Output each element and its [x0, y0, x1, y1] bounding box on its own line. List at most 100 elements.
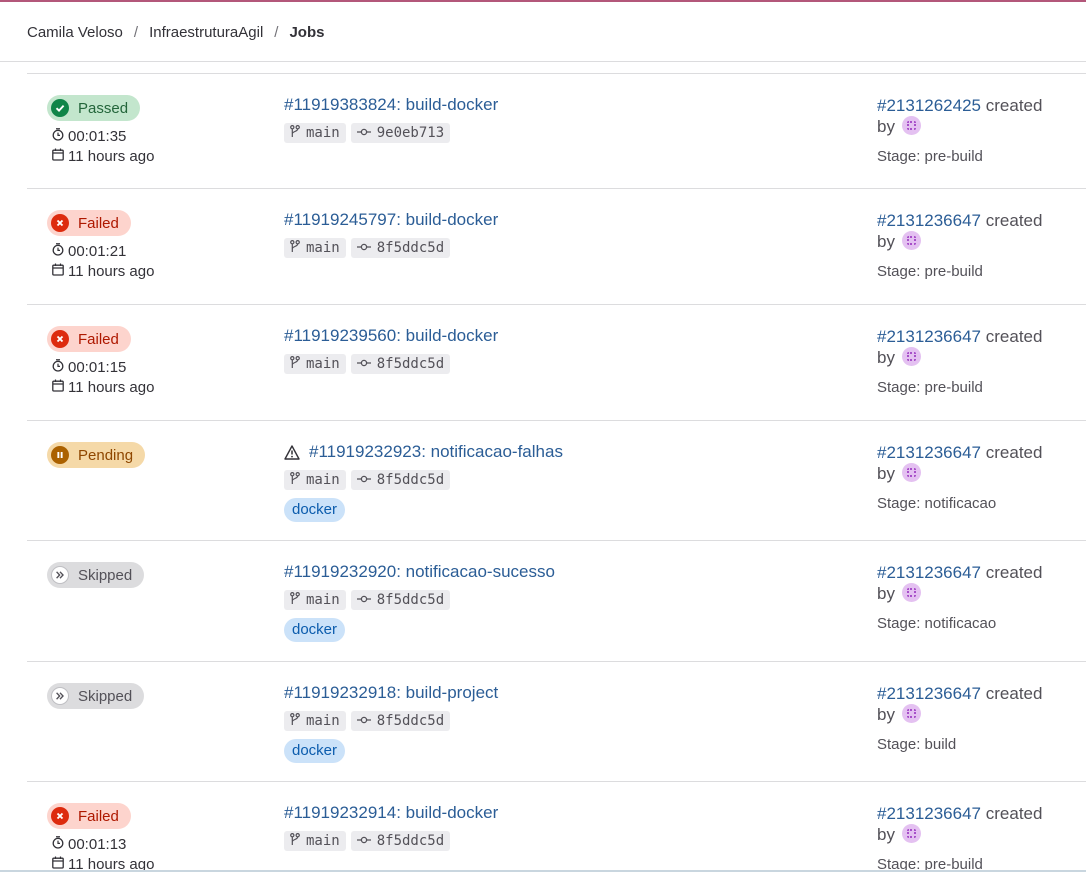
commit-chip[interactable]: 8f5ddc5d — [350, 711, 451, 731]
job-link[interactable]: #11919232920: notificacao-sucesso — [284, 562, 555, 582]
branch-chip[interactable]: main — [284, 831, 346, 851]
avatar[interactable] — [901, 231, 921, 250]
avatar[interactable] — [901, 704, 921, 723]
job-stage: Stage: notificacao — [877, 495, 997, 512]
status-skipped-icon — [51, 687, 69, 705]
commit-chip[interactable]: 8f5ddc5d — [350, 238, 451, 258]
branch-icon — [290, 471, 306, 489]
pipeline-link[interactable]: #2131236647 — [877, 211, 981, 230]
branch-icon — [290, 712, 306, 730]
job-link[interactable]: #11919239560: build-docker — [284, 326, 498, 346]
created-text: created — [985, 96, 1043, 115]
breadcrumb-current[interactable]: Jobs — [289, 24, 324, 41]
commit-chip[interactable]: 8f5ddc5d — [350, 470, 451, 490]
job-link[interactable]: #11919383824: build-docker — [284, 95, 498, 115]
job-title: #11919232918: build-project — [284, 683, 499, 702]
avatar[interactable] — [901, 824, 921, 843]
job-refs: main 8f5ddc5d — [284, 711, 498, 732]
created-text: created — [985, 684, 1043, 703]
status-badge-failed[interactable]: Failed — [47, 210, 131, 236]
finished-value: 11 hours ago — [68, 378, 155, 396]
calendar-icon — [52, 148, 68, 165]
job-title: #11919232920: notificacao-sucesso — [284, 562, 555, 581]
avatar[interactable] — [901, 583, 921, 602]
status-badge-failed[interactable]: Failed — [47, 326, 131, 352]
status-badge-failed[interactable]: Failed — [47, 803, 131, 829]
breadcrumb-separator: / — [133, 23, 139, 41]
pipeline-cell: #2131236647 created by Stage: pre-build — [877, 803, 1067, 873]
runner-tag: docker — [284, 498, 346, 522]
commit-icon — [356, 472, 377, 488]
pipeline-cell: #2131236647 created by Stage: notificacao — [877, 442, 1067, 512]
branch-chip[interactable]: main — [284, 590, 346, 610]
job-title: #11919232914: build-docker — [284, 803, 499, 822]
breadcrumb-item-project[interactable]: InfraestruturaAgil — [149, 24, 263, 41]
pipeline-link[interactable]: #2131236647 — [877, 327, 981, 346]
branch-name: main — [306, 472, 340, 488]
job-status-cell: Skipped — [47, 562, 145, 588]
job-row: Failed 00:01:15 11 hours ago #11919239560: … — [27, 304, 1086, 420]
commit-chip[interactable]: 8f5ddc5d — [350, 354, 451, 374]
finished-value: 11 hours ago — [68, 147, 155, 165]
created-text: created — [985, 327, 1043, 346]
job-link[interactable]: #11919232923: notificacao-falhas — [284, 442, 563, 462]
commit-chip[interactable]: 9e0eb713 — [350, 123, 451, 143]
breadcrumb-item-user[interactable]: Camila Veloso — [27, 24, 123, 41]
job-info-cell: #11919232918: build-project main 8f5ddc5d d… — [284, 683, 498, 763]
status-badge-skipped[interactable]: Skipped — [47, 562, 145, 588]
commit-sha: 8f5ddc5d — [376, 356, 445, 372]
status-badge-skipped[interactable]: Skipped — [47, 683, 145, 709]
pipeline-info: #2131236647 created by — [877, 803, 1067, 845]
job-row: Pending #11919232923: notificacao-falhas m… — [27, 420, 1086, 540]
job-row: Failed 00:01:13 11 hours ago #11919232914: … — [27, 781, 1086, 892]
branch-name: main — [306, 713, 340, 729]
branch-icon — [290, 355, 306, 373]
pipeline-link[interactable]: #2131262425 — [877, 96, 981, 115]
branch-name: main — [306, 592, 340, 608]
commit-chip[interactable]: 8f5ddc5d — [350, 831, 451, 851]
job-link[interactable]: #11919232914: build-docker — [284, 803, 498, 823]
timer-icon — [52, 358, 68, 376]
avatar[interactable] — [901, 347, 921, 366]
job-link[interactable]: #11919232918: build-project — [284, 683, 498, 703]
job-duration: 00:01:15 — [52, 357, 154, 377]
status-label: Passed — [78, 99, 129, 117]
branch-name: main — [306, 240, 340, 256]
status-badge-passed[interactable]: Passed — [47, 95, 141, 121]
branch-chip[interactable]: main — [284, 711, 346, 731]
pipeline-info: #2131236647 created by — [877, 326, 1067, 368]
breadcrumb: Camila Veloso / InfraestruturaAgil / Job… — [27, 22, 324, 42]
job-status-cell: Skipped — [47, 683, 145, 709]
commit-chip[interactable]: 8f5ddc5d — [350, 590, 451, 610]
commit-sha: 8f5ddc5d — [376, 833, 445, 849]
status-label: Failed — [78, 807, 119, 825]
status-badge-pending[interactable]: Pending — [47, 442, 146, 468]
pipeline-link[interactable]: #2131236647 — [877, 443, 981, 462]
pipeline-link[interactable]: #2131236647 — [877, 684, 981, 703]
job-refs: main 9e0eb713 — [284, 123, 498, 144]
branch-chip[interactable]: main — [284, 238, 346, 258]
job-link[interactable]: #11919245797: build-docker — [284, 210, 498, 230]
pipeline-info: #2131236647 created by — [877, 562, 1067, 604]
timer-icon — [52, 835, 68, 853]
branch-name: main — [306, 833, 340, 849]
pipeline-link[interactable]: #2131236647 — [877, 804, 981, 823]
status-label: Failed — [78, 330, 119, 348]
job-finished: 11 hours ago — [52, 261, 154, 281]
runner-tag: docker — [284, 739, 346, 763]
pipeline-link[interactable]: #2131236647 — [877, 563, 981, 582]
avatar[interactable] — [901, 116, 921, 135]
branch-chip[interactable]: main — [284, 354, 346, 374]
commit-icon — [356, 240, 377, 256]
job-status-cell: Failed 00:01:15 11 hours ago — [47, 326, 154, 397]
status-failed-icon — [51, 807, 69, 825]
by-text: by — [877, 232, 895, 251]
avatar[interactable] — [901, 463, 921, 482]
branch-chip[interactable]: main — [284, 123, 346, 143]
job-stage: Stage: pre-build — [877, 263, 983, 280]
job-refs: main 8f5ddc5d — [284, 470, 563, 491]
header-divider — [0, 61, 1086, 62]
status-skipped-icon — [51, 566, 69, 584]
branch-chip[interactable]: main — [284, 470, 346, 490]
pipeline-cell: #2131236647 created by Stage: pre-build — [877, 210, 1067, 280]
